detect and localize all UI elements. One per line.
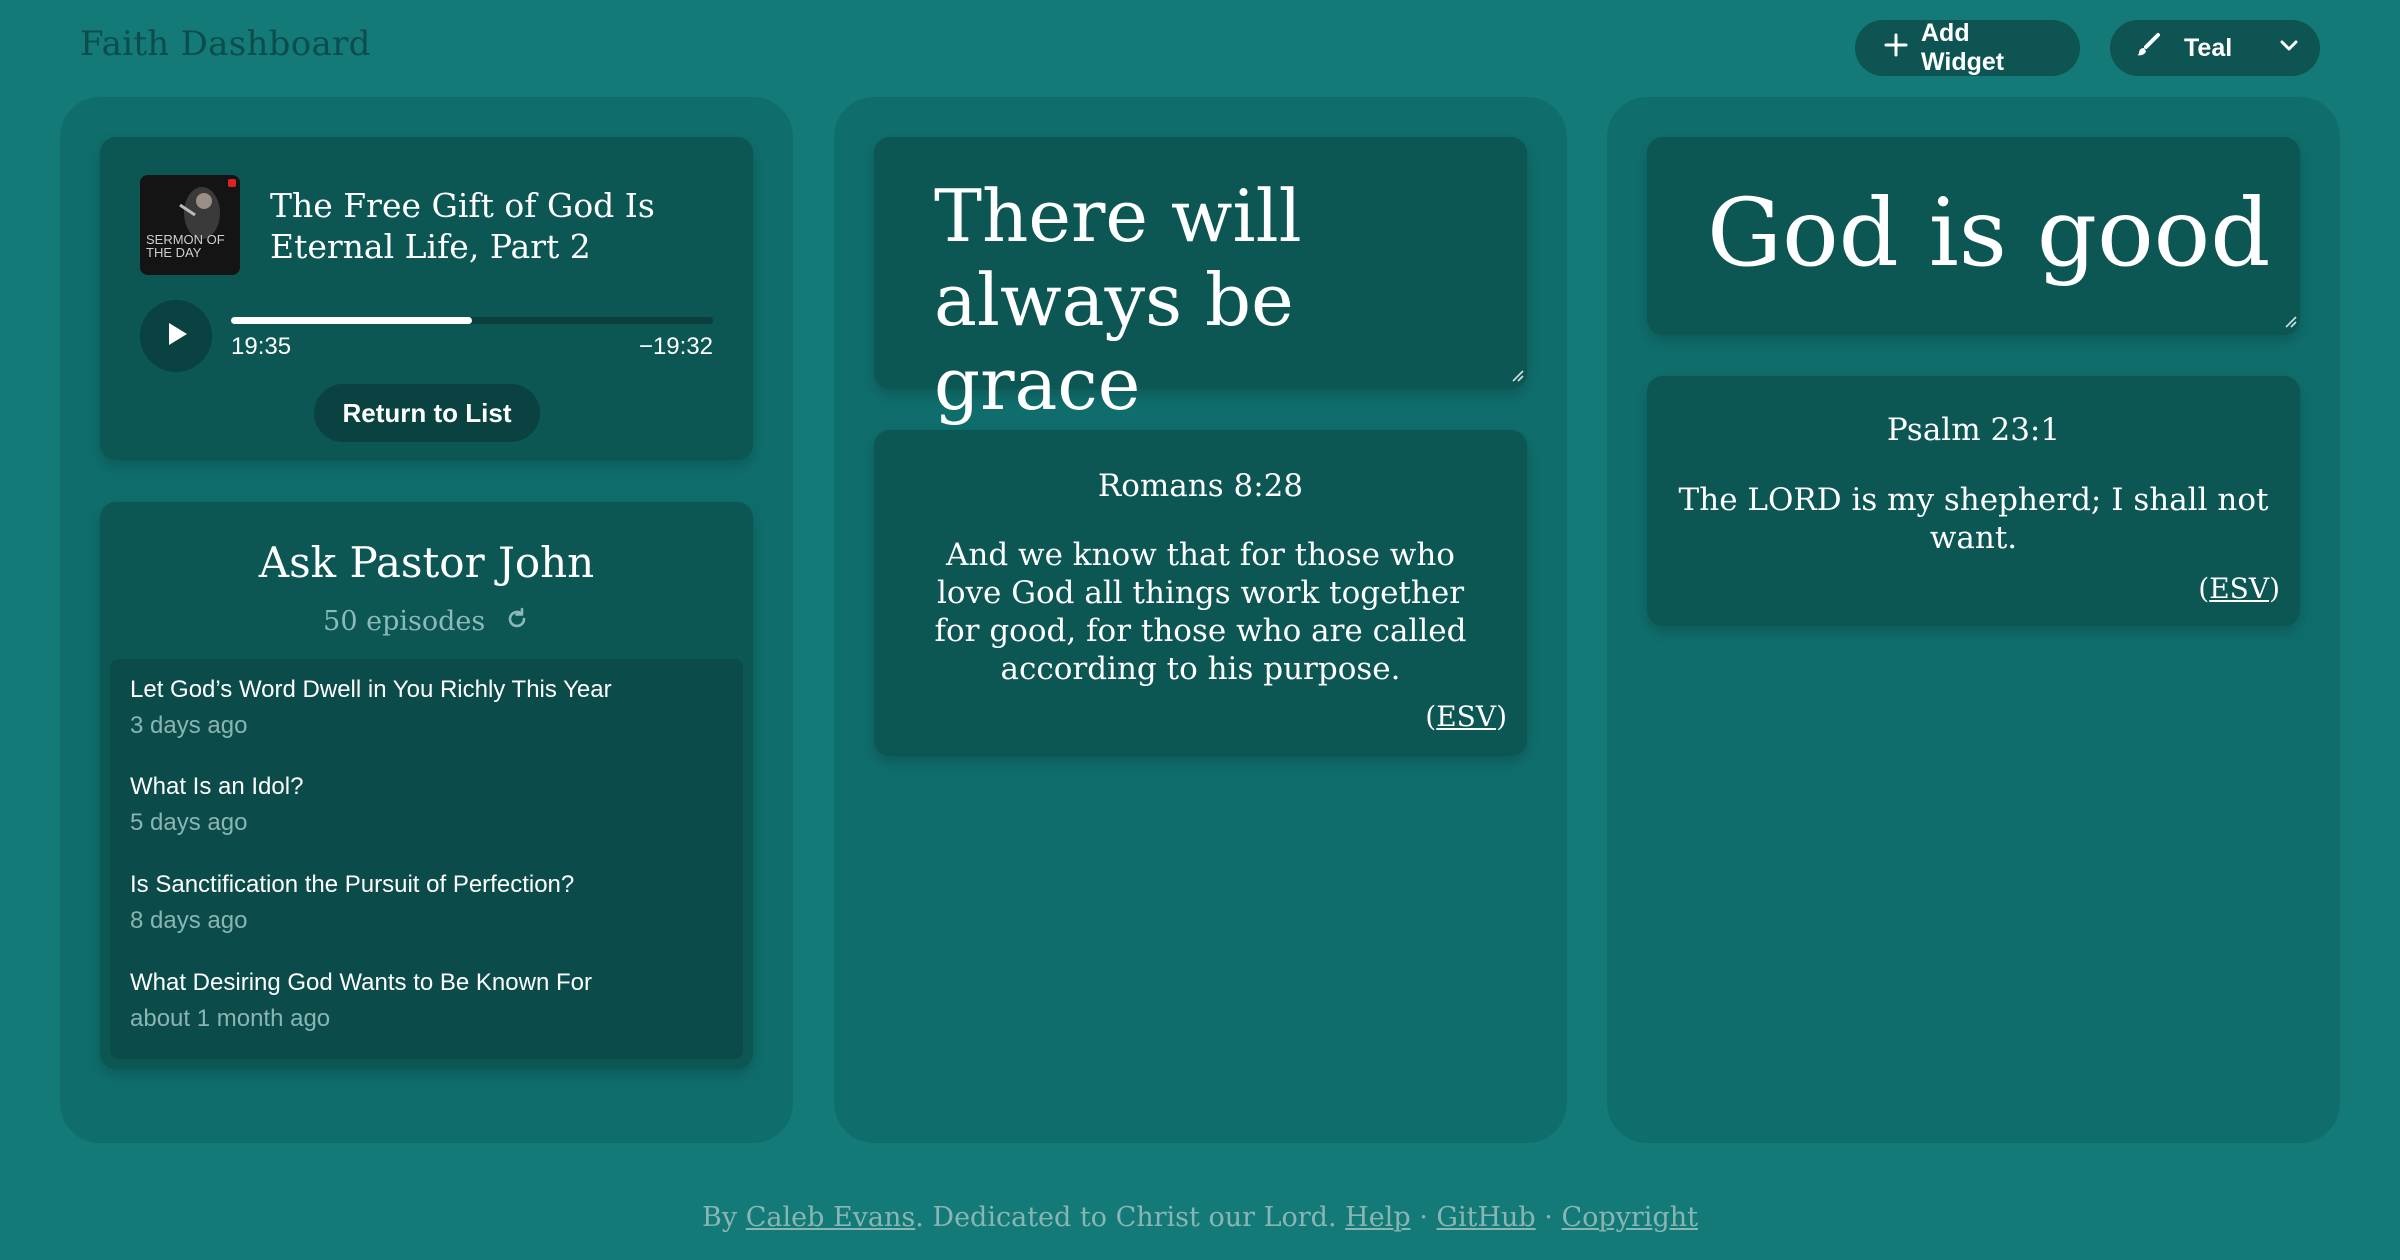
author-link[interactable]: Caleb Evans [746, 1202, 916, 1233]
episode-count-label: 50 episodes [323, 606, 486, 637]
play-button[interactable] [140, 300, 212, 372]
episode-item-date: about 1 month ago [130, 1005, 331, 1032]
episode-item-date: 8 days ago [130, 907, 248, 934]
verse-text: And we know that for those who love God … [934, 537, 1467, 687]
resize-handle-icon[interactable] [2282, 313, 2298, 333]
note-text[interactable]: God is good [1707, 179, 2287, 289]
ask-pastor-john-widget: Ask Pastor John 50 episodes Let God’s Wo… [100, 502, 753, 1069]
brush-icon [2134, 31, 2162, 66]
episode-item-date: 5 days ago [130, 809, 248, 836]
progress-fill [231, 317, 472, 324]
theme-label: Teal [2184, 33, 2233, 62]
time-remaining: −19:32 [638, 333, 713, 360]
episode-list: Let God’s Word Dwell in You Richly This … [110, 659, 743, 1059]
note-text[interactable]: There will always be grace [934, 174, 1494, 426]
progress-slider[interactable] [231, 317, 713, 324]
verse-text: The LORD is my shepherd; I shall not wan… [1678, 482, 2269, 556]
episode-list-item[interactable]: What Is an Idol? 5 days ago [130, 773, 730, 837]
episode-list-item[interactable]: What Desiring God Wants to Be Known For … [130, 969, 730, 1033]
theme-select[interactable]: Teal [2110, 20, 2320, 76]
bible-verse-widget: Psalm 23:1 The LORD is my shepherd; I sh… [1647, 376, 2300, 626]
episode-item-date: 3 days ago [130, 712, 248, 739]
footer-dedication: . Dedicated to Christ our Lord. [915, 1202, 1337, 1233]
refresh-icon[interactable] [504, 606, 530, 639]
resize-handle-icon[interactable] [1509, 367, 1525, 387]
cover-badge [228, 179, 236, 187]
footer-separator: · [1544, 1202, 1553, 1233]
note-widget[interactable]: God is good [1647, 137, 2300, 335]
add-widget-button[interactable]: Add Widget [1855, 19, 2080, 76]
bible-verse-widget: Romans 8:28 And we know that for those w… [874, 430, 1527, 756]
episode-item-title: Is Sanctification the Pursuit of Perfect… [130, 871, 575, 898]
episode-title: The Free Gift of God Is Eternal Life, Pa… [270, 186, 655, 266]
podcast-player-widget: SERMON OF THE DAY The Free Gift of God I… [100, 137, 753, 460]
episode-count: 50 episodes [100, 606, 753, 639]
theme-select-left: Teal [2134, 31, 2232, 66]
episode-cover-image: SERMON OF THE DAY [140, 175, 240, 275]
note-widget[interactable]: There will always be grace [874, 137, 1527, 426]
episode-list-item[interactable]: Is Sanctification the Pursuit of Perfect… [130, 871, 730, 935]
verse-version-link[interactable]: ESV [2209, 572, 2269, 605]
episode-list-item[interactable]: Let God’s Word Dwell in You Richly This … [130, 676, 730, 740]
widget-column-3: God is good Psalm 23:1 The LORD is my sh… [1607, 97, 2340, 1143]
plus-icon [1883, 32, 1909, 65]
app-title: Faith Dashboard [80, 24, 371, 64]
add-widget-label: Add Widget [1921, 19, 2005, 76]
help-link[interactable]: Help [1345, 1202, 1410, 1233]
verse-version: (ESV) [1425, 700, 1507, 733]
widget-column-1: SERMON OF THE DAY The Free Gift of God I… [60, 97, 793, 1143]
footer-by: By [702, 1202, 738, 1233]
verse-version: (ESV) [2198, 572, 2280, 605]
cover-text: SERMON OF THE DAY [146, 232, 225, 260]
widget-column-2: There will always be grace Romans 8:28 A… [834, 97, 1567, 1143]
github-link[interactable]: GitHub [1436, 1202, 1535, 1233]
return-to-list-button[interactable]: Return to List [314, 384, 540, 442]
episode-item-title: What Is an Idol? [130, 773, 304, 800]
verse-reference: Psalm 23:1 [1886, 412, 2061, 448]
verse-reference: Romans 8:28 [1097, 468, 1304, 504]
episode-item-title: Let God’s Word Dwell in You Richly This … [130, 676, 612, 703]
verse-version-link[interactable]: ESV [1436, 700, 1496, 733]
episode-item-title: What Desiring God Wants to Be Known For [130, 969, 592, 996]
play-icon [161, 319, 191, 353]
time-elapsed: 19:35 [231, 333, 292, 360]
footer: By Caleb Evans. Dedicated to Christ our … [0, 1202, 2400, 1233]
header-actions: Add Widget Teal [1855, 19, 2320, 76]
footer-separator: · [1419, 1202, 1428, 1233]
podcast-title: Ask Pastor John [258, 538, 595, 587]
chevron-down-icon [2278, 34, 2300, 63]
copyright-link[interactable]: Copyright [1561, 1202, 1698, 1233]
